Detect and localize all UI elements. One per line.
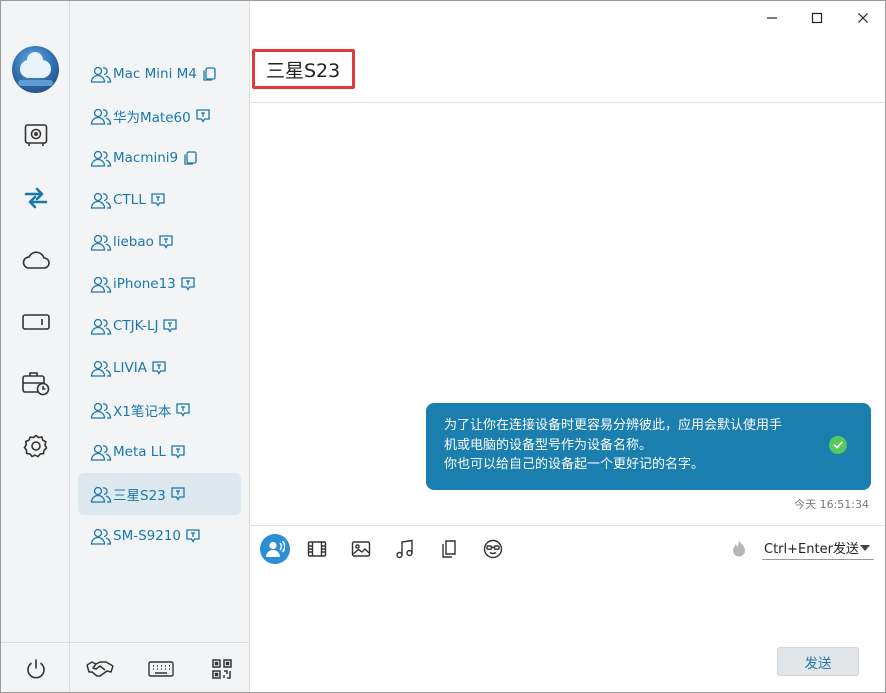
chat-panel: 三星S23 为了让你在连接设备时更容易分辨彼此，应用会默认使用手 机或电脑的设备… xyxy=(250,1,885,692)
device-list: Mac Mini M4 华为Mate60 Macmini9 CTLL lieba… xyxy=(70,1,250,692)
video-icon[interactable] xyxy=(302,534,332,564)
device-name: 华为Mate60 xyxy=(113,110,191,126)
minimize-icon[interactable] xyxy=(761,7,783,29)
device-item[interactable]: CTLL xyxy=(78,179,241,221)
device-icon[interactable] xyxy=(21,307,51,337)
maximize-icon[interactable] xyxy=(806,7,828,29)
device-name: liebao xyxy=(113,234,154,250)
app-window: Mac Mini M4 华为Mate60 Macmini9 CTLL lieba… xyxy=(0,0,886,693)
device-item[interactable]: LIVIA xyxy=(78,347,241,389)
group-icon xyxy=(90,317,112,335)
check-circle-icon xyxy=(829,436,847,454)
fire-icon[interactable] xyxy=(729,538,749,558)
page-title: 三星S23 xyxy=(252,49,355,89)
chat-icon xyxy=(158,234,174,250)
message-line: 机或电脑的设备型号作为设备名称。 xyxy=(444,437,653,453)
group-icon xyxy=(90,65,112,83)
transfer-icon[interactable] xyxy=(21,183,51,213)
copy-icon xyxy=(182,150,198,166)
list-footer xyxy=(70,642,250,692)
group-icon xyxy=(90,359,112,377)
music-icon[interactable] xyxy=(390,534,420,564)
chat-icon xyxy=(170,486,186,502)
device-name: SM-S9210 xyxy=(113,528,182,544)
device-name: X1笔记本 xyxy=(113,404,172,420)
keyboard-icon[interactable] xyxy=(147,656,175,682)
group-icon xyxy=(90,485,112,503)
group-icon xyxy=(90,401,112,419)
device-name: CTLL xyxy=(113,192,146,208)
device-name: Macmini9 xyxy=(113,150,179,166)
device-item[interactable]: X1笔记本 xyxy=(78,389,241,431)
message-line: 为了让你在连接设备时更容易分辨彼此，应用会默认使用手 xyxy=(444,418,783,433)
device-item[interactable]: Meta LL xyxy=(78,431,241,473)
message-timestamp: 今天 16:51:34 xyxy=(794,498,869,511)
chat-icon xyxy=(150,192,166,208)
device-item[interactable]: iPhone13 xyxy=(78,263,241,305)
file-icon[interactable] xyxy=(434,534,464,564)
power-icon[interactable] xyxy=(21,654,51,684)
cloud-icon[interactable] xyxy=(21,245,51,275)
device-item-active[interactable]: 三星S23 xyxy=(78,473,241,515)
contact-icon[interactable] xyxy=(260,534,290,564)
input-divider xyxy=(250,525,885,526)
image-icon[interactable] xyxy=(346,534,376,564)
chat-icon xyxy=(162,318,178,334)
device-item[interactable]: CTJK-LJ xyxy=(78,305,241,347)
device-item[interactable]: SM-S9210 xyxy=(78,515,241,557)
chat-icon xyxy=(195,108,211,124)
chevron-down-icon xyxy=(860,545,870,551)
qrcode-icon[interactable] xyxy=(208,656,236,682)
device-name: CTJK-LJ xyxy=(113,318,159,334)
group-icon xyxy=(90,233,112,251)
send-mode-value: Ctrl+Enter发送 xyxy=(764,542,859,557)
chat-icon xyxy=(180,276,196,292)
handshake-icon[interactable] xyxy=(86,656,114,682)
group-icon xyxy=(90,527,112,545)
device-item[interactable]: Mac Mini M4 xyxy=(78,53,241,95)
send-mode-select[interactable]: Ctrl+Enter发送 xyxy=(762,536,874,560)
device-name: Meta LL xyxy=(113,444,166,460)
chat-icon xyxy=(185,528,201,544)
group-icon xyxy=(90,191,112,209)
message-bubble: 为了让你在连接设备时更容易分辨彼此，应用会默认使用手 机或电脑的设备型号作为设备… xyxy=(426,403,871,490)
send-button[interactable]: 发送 xyxy=(777,647,859,676)
device-name: Mac Mini M4 xyxy=(113,66,197,82)
device-item[interactable]: Macmini9 xyxy=(78,137,241,179)
device-name: LIVIA xyxy=(113,360,147,376)
copy-icon xyxy=(201,66,217,82)
chat-icon xyxy=(175,402,191,418)
safe-icon[interactable] xyxy=(21,120,51,150)
emoji-icon[interactable] xyxy=(478,534,508,564)
toolbox-icon[interactable] xyxy=(21,369,51,399)
header-divider xyxy=(250,102,885,103)
chat-icon xyxy=(170,444,186,460)
avatar[interactable] xyxy=(12,46,59,93)
group-icon xyxy=(90,149,112,167)
settings-icon[interactable] xyxy=(21,431,51,461)
nav-rail xyxy=(1,1,70,692)
group-icon xyxy=(90,443,112,461)
device-name: iPhone13 xyxy=(113,276,176,292)
device-item[interactable]: liebao xyxy=(78,221,241,263)
rail-footer xyxy=(1,642,70,692)
close-icon[interactable] xyxy=(852,7,874,29)
chat-icon xyxy=(151,360,167,376)
device-name: 三星S23 xyxy=(113,488,166,504)
message-line: 你也可以给自己的设备起一个更好记的名字。 xyxy=(444,457,705,472)
group-icon xyxy=(90,275,112,293)
group-icon xyxy=(90,107,112,125)
device-item[interactable]: 华为Mate60 xyxy=(78,95,241,137)
